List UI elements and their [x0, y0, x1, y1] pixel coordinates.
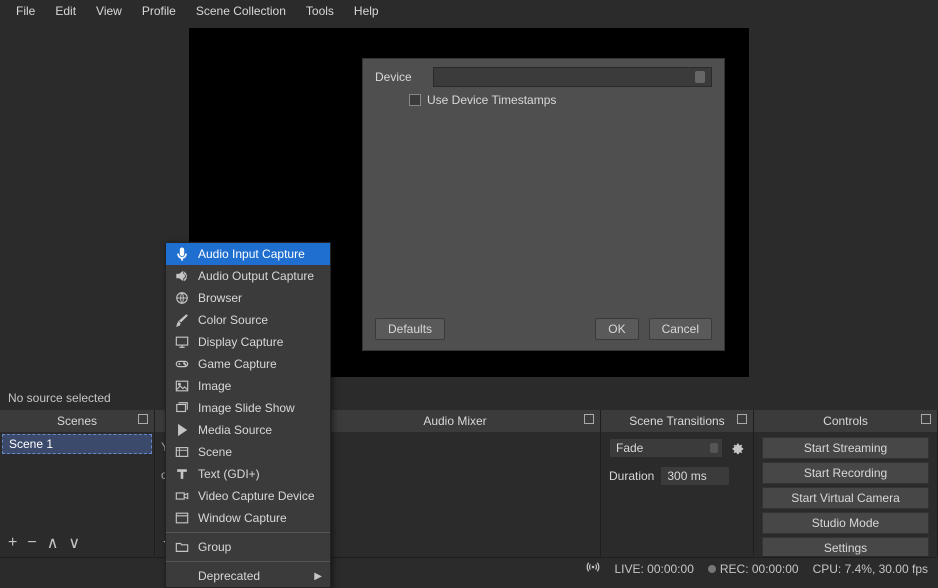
transitions-title: Scene Transitions [629, 414, 724, 428]
ctx-item-label: Scene [198, 445, 232, 459]
ctx-item[interactable]: Browser [166, 287, 330, 309]
use-timestamps-label: Use Device Timestamps [427, 93, 556, 107]
popout-icon[interactable] [921, 414, 931, 424]
start-streaming-button[interactable]: Start Streaming [762, 437, 929, 459]
popout-icon[interactable] [138, 414, 148, 424]
ctx-item-label: Game Capture [198, 357, 277, 371]
ctx-item-group[interactable]: Group [166, 536, 330, 558]
ctx-item[interactable]: Display Capture [166, 331, 330, 353]
scene-item[interactable]: Scene 1 [2, 434, 152, 454]
ok-button[interactable]: OK [595, 318, 638, 340]
ctx-item-label: Audio Input Capture [198, 247, 305, 261]
add-scene-button[interactable]: + [8, 534, 17, 552]
slideshow-icon [174, 400, 190, 416]
cancel-button[interactable]: Cancel [649, 318, 712, 340]
device-label: Device [375, 70, 425, 84]
remove-scene-button[interactable]: − [27, 534, 36, 552]
ctx-item[interactable]: Image Slide Show [166, 397, 330, 419]
controls-title: Controls [823, 414, 868, 428]
speaker-icon [174, 268, 190, 284]
duration-input[interactable]: 300 ms [660, 466, 730, 486]
ctx-item-label: Media Source [198, 423, 272, 437]
start-virtual-camera-button[interactable]: Start Virtual Camera [762, 487, 929, 509]
popout-icon[interactable] [584, 414, 594, 424]
ctx-item[interactable]: Window Capture [166, 507, 330, 529]
ctx-item[interactable]: Scene [166, 441, 330, 463]
ctx-item-label: Text (GDI+) [198, 467, 260, 481]
popout-icon[interactable] [737, 414, 747, 424]
ctx-item[interactable]: Game Capture [166, 353, 330, 375]
ctx-item-label: Window Capture [198, 511, 287, 525]
ctx-item-label: Display Capture [198, 335, 283, 349]
controls-dock: Controls Start Streaming Start Recording… [754, 410, 938, 556]
gear-icon[interactable] [729, 440, 745, 456]
folder-icon [174, 539, 190, 555]
ctx-item-label: Image [198, 379, 231, 393]
gamepad-icon [174, 356, 190, 372]
status-live: LIVE: 00:00:00 [614, 562, 693, 576]
menu-view[interactable]: View [86, 1, 132, 21]
image-icon [174, 378, 190, 394]
menu-tools[interactable]: Tools [296, 1, 344, 21]
menu-file[interactable]: File [6, 1, 45, 21]
ctx-item[interactable]: Image [166, 375, 330, 397]
settings-button[interactable]: Settings [762, 537, 929, 556]
ctx-item[interactable]: Video Capture Device [166, 485, 330, 507]
chevron-right-icon: ▶ [314, 571, 322, 582]
status-cpu: CPU: 7.4%, 30.00 fps [813, 562, 928, 576]
text-icon [174, 466, 190, 482]
broadcast-icon [586, 561, 600, 576]
brush-icon [174, 312, 190, 328]
menu-scene-collection[interactable]: Scene Collection [186, 1, 296, 21]
device-select[interactable] [433, 67, 712, 87]
scene-icon [174, 444, 190, 460]
camera-icon [174, 488, 190, 504]
rec-dot-icon [708, 565, 716, 573]
start-recording-button[interactable]: Start Recording [762, 462, 929, 484]
scenes-title: Scenes [57, 414, 97, 428]
menu-edit[interactable]: Edit [45, 1, 86, 21]
monitor-icon [174, 334, 190, 350]
ctx-item[interactable]: Text (GDI+) [166, 463, 330, 485]
audio-mixer-dock: Audio Mixer [310, 410, 601, 556]
move-scene-down-button[interactable]: ∨ [68, 533, 80, 553]
scenes-dock: Scenes Scene 1 + − ∧ ∨ [0, 410, 155, 556]
add-source-menu: Audio Input Capture Audio Output Capture B… [165, 242, 331, 588]
status-rec: REC: 00:00:00 [720, 562, 799, 576]
ctx-item[interactable]: Audio Output Capture [166, 265, 330, 287]
scenes-toolbar: + − ∧ ∨ [0, 530, 154, 556]
move-scene-up-button[interactable]: ∧ [47, 533, 59, 553]
menubar: File Edit View Profile Scene Collection … [0, 0, 938, 21]
ctx-item[interactable]: Color Source [166, 309, 330, 331]
ctx-item-label: Group [198, 540, 231, 554]
statusbar: LIVE: 00:00:00 REC: 00:00:00 CPU: 7.4%, … [0, 557, 938, 579]
mic-icon [174, 246, 190, 262]
source-info-strip: No source selected [0, 388, 938, 410]
ctx-item-label: Audio Output Capture [198, 269, 314, 283]
transition-select[interactable]: Fade [609, 438, 723, 458]
mixer-title: Audio Mixer [423, 414, 486, 428]
ctx-item-label: Deprecated [198, 569, 260, 583]
defaults-button[interactable]: Defaults [375, 318, 445, 340]
play-icon [174, 422, 190, 438]
menu-profile[interactable]: Profile [132, 1, 186, 21]
window-icon [174, 510, 190, 526]
ctx-item[interactable]: Media Source [166, 419, 330, 441]
globe-icon [174, 290, 190, 306]
ctx-item-deprecated[interactable]: Deprecated ▶ [166, 565, 330, 587]
ctx-item[interactable]: Audio Input Capture [166, 243, 330, 265]
studio-mode-button[interactable]: Studio Mode [762, 512, 929, 534]
ctx-item-label: Video Capture Device [198, 489, 315, 503]
ctx-item-label: Image Slide Show [198, 401, 295, 415]
transitions-dock: Scene Transitions Fade Duration 300 ms [601, 410, 754, 556]
use-timestamps-checkbox[interactable] [409, 94, 421, 106]
duration-label: Duration [609, 469, 654, 483]
menu-help[interactable]: Help [344, 1, 389, 21]
properties-dialog: Device Use Device Timestamps Defaults OK… [362, 58, 725, 351]
ctx-item-label: Browser [198, 291, 242, 305]
ctx-item-label: Color Source [198, 313, 268, 327]
